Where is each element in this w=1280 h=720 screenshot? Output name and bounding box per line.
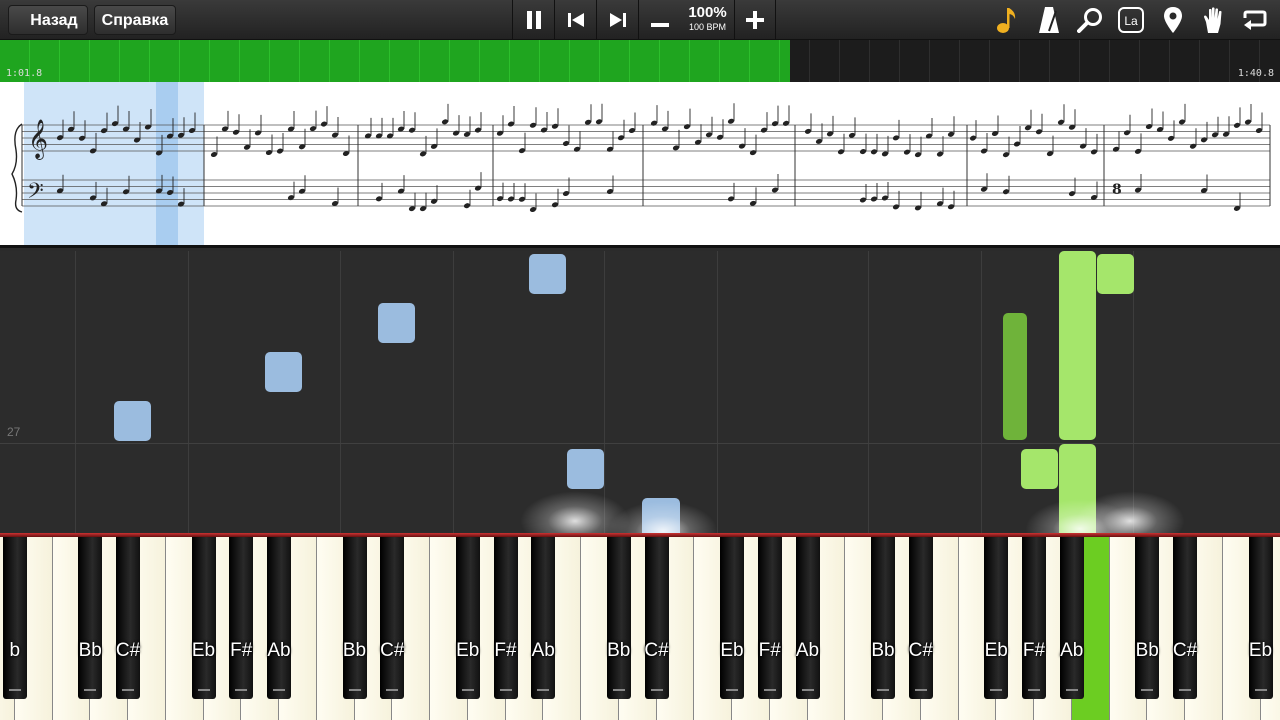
speed-bpm: 100 BPM [688, 22, 727, 32]
back-button[interactable]: Назад [8, 5, 88, 35]
measure-number: 27 [7, 425, 21, 439]
key-label: C# [115, 640, 141, 661]
black-key[interactable] [267, 537, 291, 699]
black-key[interactable] [1173, 537, 1197, 699]
loop-icon [1243, 10, 1267, 30]
pause-icon [526, 11, 541, 29]
previous-button[interactable] [554, 0, 596, 40]
marker-button[interactable] [1156, 3, 1190, 37]
black-key[interactable] [380, 537, 405, 699]
svg-text:La: La [1124, 14, 1138, 28]
top-toolbar: Назад Справка 100% 100 BPM La [0, 0, 1280, 40]
speed-indicator: 100% 100 BPM [680, 0, 735, 40]
black-key[interactable] [493, 537, 518, 699]
black-key[interactable] [720, 537, 744, 699]
music-note-button[interactable] [990, 3, 1024, 37]
falling-note [1097, 254, 1134, 294]
hand-select-button[interactable] [1197, 3, 1231, 37]
black-key[interactable] [1059, 537, 1084, 699]
svg-text:𝄞: 𝄞 [28, 119, 48, 160]
key-label: Ab [1060, 640, 1084, 661]
black-key[interactable] [455, 537, 480, 699]
zoom-button[interactable] [1073, 3, 1107, 37]
svg-text:𝄢: 𝄢 [27, 179, 44, 209]
key-label: C# [644, 640, 669, 661]
falling-notes-area: 27 [0, 251, 1280, 533]
black-key[interactable] [606, 537, 631, 699]
falling-note [265, 352, 302, 392]
magnifier-icon [1077, 8, 1102, 33]
next-button[interactable] [596, 0, 638, 40]
falling-note [114, 401, 151, 441]
key-label: F [1276, 640, 1280, 662]
song-timeline[interactable]: 1:01.8 1:40.8 [0, 40, 1280, 82]
falling-note [378, 303, 415, 343]
piano-tutorial-app: Назад Справка 100% 100 BPM La 1:01.8 1:4… [0, 0, 1280, 720]
key-label: Eb [1248, 640, 1273, 661]
black-key[interactable] [191, 537, 216, 699]
black-key[interactable] [795, 537, 820, 699]
keyboard-top-edge [0, 533, 1280, 537]
black-key[interactable] [229, 537, 254, 699]
falling-note [1003, 313, 1027, 440]
key-label: Ab [795, 640, 820, 661]
help-button[interactable]: Справка [94, 5, 176, 35]
note-names-button[interactable]: La [1114, 3, 1148, 37]
speed-decrease-button[interactable] [638, 0, 680, 40]
metronome-button[interactable] [1032, 3, 1066, 37]
black-key[interactable] [908, 537, 933, 699]
falling-note [1059, 251, 1096, 440]
black-key[interactable] [116, 537, 140, 699]
black-key[interactable] [984, 537, 1009, 699]
black-key[interactable] [2, 537, 27, 699]
black-key[interactable] [78, 537, 103, 699]
key-label: Ab [531, 640, 555, 661]
speed-increase-button[interactable] [734, 0, 776, 40]
key-label: Ab [267, 640, 291, 661]
note-label-icon: La [1118, 7, 1144, 33]
black-key[interactable] [1022, 537, 1046, 699]
black-key[interactable] [1248, 537, 1273, 699]
black-key[interactable] [342, 537, 367, 699]
falling-note [529, 254, 566, 294]
falling-note [1021, 449, 1058, 489]
key-label: C# [908, 640, 933, 661]
total-time: 1:40.8 [1237, 68, 1274, 79]
location-pin-icon [1164, 7, 1182, 33]
minus-icon [650, 23, 669, 27]
black-key[interactable] [757, 537, 782, 699]
black-key[interactable] [871, 537, 895, 699]
falling-note [567, 449, 604, 489]
elapsed-time: 1:01.8 [6, 68, 43, 79]
speed-percent: 100% [688, 4, 727, 21]
black-key[interactable] [531, 537, 556, 699]
metronome-icon [1039, 7, 1059, 33]
sheet-music[interactable]: 𝄞 𝄢 8 [0, 82, 1280, 248]
loop-button[interactable] [1238, 3, 1272, 37]
key-label: b [9, 640, 21, 661]
skip-back-icon [567, 13, 584, 27]
timeline-progress [0, 40, 790, 82]
key-label: C# [380, 640, 405, 661]
hand-icon [1204, 7, 1222, 33]
key-label: C# [1172, 640, 1198, 661]
music-note-icon [997, 8, 1016, 33]
piano-keyboard[interactable]: b Bb C# Eb F# Ab Bb C# Eb F# Ab Bb C# Eb F# Ab Bb C# Eb F# A… [0, 533, 1280, 720]
score-notation: 𝄞 𝄢 8 [11, 103, 1271, 213]
skip-forward-icon [609, 13, 626, 27]
black-key[interactable] [644, 537, 669, 699]
plus-icon [746, 11, 764, 29]
pause-button[interactable] [512, 0, 554, 40]
svg-text:8: 8 [1112, 182, 1122, 198]
black-key[interactable] [1135, 537, 1160, 699]
